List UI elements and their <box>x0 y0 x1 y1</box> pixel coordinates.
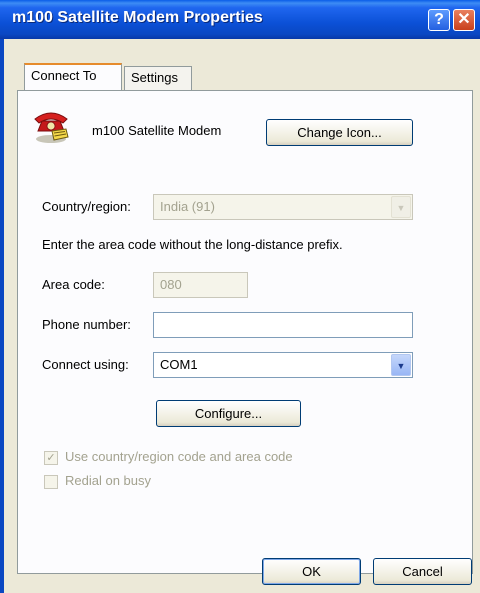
redial-on-busy-checkbox[interactable] <box>44 475 58 489</box>
cancel-button[interactable]: Cancel <box>373 558 472 585</box>
change-icon-button[interactable]: Change Icon... <box>266 119 413 146</box>
phone-number-field[interactable] <box>153 312 413 338</box>
modem-phone-icon <box>34 112 69 143</box>
question-mark-icon: ? <box>434 11 444 28</box>
title-bar[interactable]: m100 Satellite Modem Properties ? ✕ <box>0 0 480 39</box>
connect-using-select[interactable]: COM1 ▼ <box>153 352 413 378</box>
close-button[interactable]: ✕ <box>453 9 475 31</box>
tab-settings[interactable]: Settings <box>124 66 192 90</box>
chevron-down-icon[interactable]: ▼ <box>391 354 411 376</box>
area-code-value: 080 <box>160 277 182 292</box>
phone-number-label: Phone number: <box>42 317 131 332</box>
use-country-code-label: Use country/region code and area code <box>65 449 293 464</box>
tab-label: Settings <box>131 70 178 85</box>
country-region-value: India (91) <box>160 199 215 214</box>
connect-using-label: Connect using: <box>42 357 129 372</box>
chevron-down-icon: ▼ <box>391 196 411 218</box>
tab-connect-to[interactable]: Connect To <box>24 63 122 90</box>
connect-using-value: COM1 <box>160 357 198 372</box>
help-button[interactable]: ? <box>428 9 450 31</box>
device-name: m100 Satellite Modem <box>92 123 222 138</box>
dialog-client-area: Connect To Settings m100 Satellite Modem… <box>4 39 480 593</box>
ok-button[interactable]: OK <box>262 558 361 585</box>
use-country-code-checkbox[interactable]: ✓ <box>44 451 58 465</box>
country-region-select[interactable]: India (91) ▼ <box>153 194 413 220</box>
area-code-hint: Enter the area code without the long-dis… <box>42 237 343 252</box>
window-title: m100 Satellite Modem Properties <box>12 9 263 26</box>
tab-label: Connect To <box>31 68 97 83</box>
area-code-field[interactable]: 080 <box>153 272 248 298</box>
close-icon: ✕ <box>457 11 471 28</box>
configure-button[interactable]: Configure... <box>156 400 301 427</box>
redial-on-busy-label: Redial on busy <box>65 473 151 488</box>
area-code-label: Area code: <box>42 277 105 292</box>
properties-dialog: m100 Satellite Modem Properties ? ✕ Conn… <box>0 0 480 593</box>
country-region-label: Country/region: <box>42 199 131 214</box>
